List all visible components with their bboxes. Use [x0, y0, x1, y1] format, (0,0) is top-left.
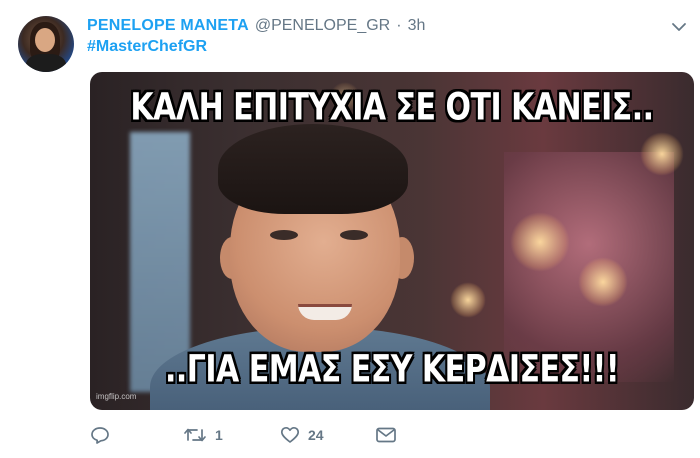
tweet: PENELOPE MANETA @PENELOPE_GR · 3h #Maste… — [0, 0, 700, 458]
like-count: 24 — [308, 427, 324, 443]
hashtag-link[interactable]: #MasterChefGR — [87, 38, 207, 56]
retweet-button[interactable]: 1 — [183, 426, 223, 444]
image-watermark: imgflip.com — [96, 392, 137, 401]
reply-button[interactable] — [90, 426, 118, 444]
avatar[interactable] — [18, 16, 74, 72]
retweet-count: 1 — [215, 427, 223, 443]
author-handle[interactable]: @PENELOPE_GR — [255, 17, 390, 35]
timestamp[interactable]: 3h — [408, 17, 426, 35]
chevron-down-icon[interactable] — [671, 20, 687, 34]
author-name[interactable]: PENELOPE MANETA — [87, 17, 249, 35]
separator: · — [396, 17, 402, 34]
heart-icon — [280, 426, 300, 443]
meme-caption-top: ΚΑΛΗ ΕΠΙΤΥΧΙΑ ΣΕ ΟΤΙ ΚΑΝΕΙΣ.. — [130, 85, 654, 130]
direct-message-button[interactable] — [375, 426, 397, 444]
tweet-header: PENELOPE MANETA @PENELOPE_GR · 3h — [87, 15, 425, 37]
reply-icon — [91, 427, 109, 444]
like-button[interactable]: 24 — [280, 426, 324, 444]
meme-caption-bottom: ..ΓΙΑ ΕΜΑΣ ΕΣΥ ΚΕΡΔΙΣΕΣ!!! — [164, 347, 620, 392]
tweet-image[interactable]: ΚΑΛΗ ΕΠΙΤΥΧΙΑ ΣΕ ΟΤΙ ΚΑΝΕΙΣ.. ..ΓΙΑ ΕΜΑΣ… — [90, 72, 694, 410]
envelope-icon — [376, 427, 396, 443]
retweet-icon — [184, 428, 206, 442]
